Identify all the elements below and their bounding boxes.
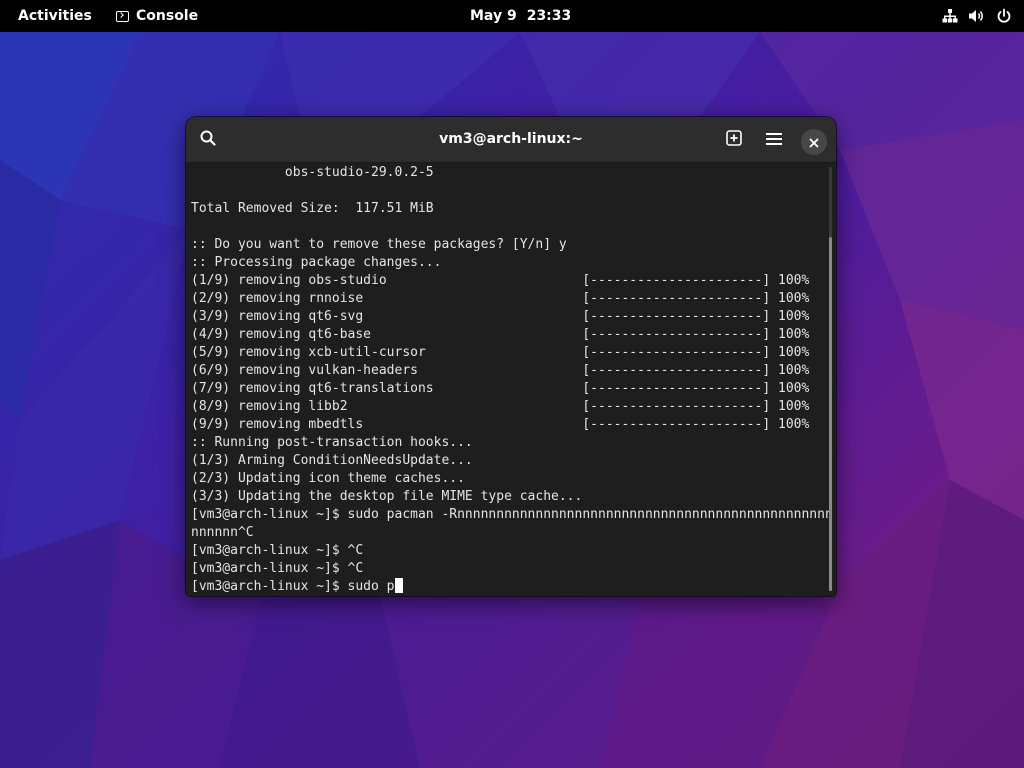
terminal-line: (5/9) removing xcb-util-cursor [--------…: [191, 345, 810, 360]
terminal-line: (2/3) Updating icon theme caches...: [191, 471, 465, 486]
clock-button[interactable]: May 9 23:33: [460, 3, 581, 29]
terminal-line: (3/9) removing qt6-svg [----------------…: [191, 309, 810, 324]
terminal-line: nnnnnn^C: [191, 525, 254, 540]
activities-label: Activities: [18, 8, 92, 24]
search-icon: [200, 130, 216, 150]
new-tab-icon: [726, 130, 742, 150]
main-menu-button[interactable]: [758, 124, 790, 156]
terminal-window[interactable]: vm3@arch-linux:~ obs-studio-29.0.2-5 Tot…: [186, 117, 836, 596]
terminal-line: (1/9) removing obs-studio [-------------…: [191, 273, 810, 288]
terminal-output[interactable]: obs-studio-29.0.2-5 Total Removed Size: …: [191, 164, 831, 594]
terminal-line: [vm3@arch-linux ~]$ ^C: [191, 543, 364, 558]
terminal-line: (8/9) removing libb2 [------------------…: [191, 399, 810, 414]
search-button[interactable]: [192, 124, 224, 156]
app-menu-button[interactable]: Console: [108, 3, 206, 29]
terminal-line: (7/9) removing qt6-translations [-------…: [191, 381, 810, 396]
terminal-scrollbar[interactable]: [829, 167, 832, 591]
terminal-line: (3/3) Updating the desktop file MIME typ…: [191, 489, 583, 504]
network-wired-icon[interactable]: [942, 8, 958, 24]
terminal-line: :: Do you want to remove these packages?…: [191, 237, 567, 252]
time-label: 23:33: [526, 8, 572, 24]
scrollbar-thumb[interactable]: [829, 237, 832, 591]
window-headerbar[interactable]: vm3@arch-linux:~: [186, 117, 836, 163]
close-button[interactable]: [801, 129, 827, 155]
close-icon: [809, 133, 819, 152]
terminal-prompt-line[interactable]: [vm3@arch-linux ~]$ sudo p: [191, 578, 831, 596]
terminal-line: obs-studio-29.0.2-5: [191, 165, 434, 180]
top-bar: Activities Console May 9 23:33: [0, 0, 1024, 32]
prompt-text: [vm3@arch-linux ~]$ sudo p: [191, 579, 395, 594]
text-cursor: [394, 578, 403, 593]
new-tab-button[interactable]: [718, 124, 750, 156]
volume-icon[interactable]: [968, 8, 986, 24]
terminal-line: :: Running post-transaction hooks...: [191, 435, 473, 450]
power-icon[interactable]: [996, 8, 1012, 24]
activities-button[interactable]: Activities: [6, 3, 104, 29]
terminal-line: (2/9) removing rnnoise [----------------…: [191, 291, 810, 306]
terminal-line: :: Processing package changes...: [191, 255, 442, 270]
terminal-line: (4/9) removing qt6-base [---------------…: [191, 327, 810, 342]
date-label: May 9: [470, 8, 517, 24]
console-icon: [116, 10, 129, 22]
terminal-line: Total Removed Size: 117.51 MiB: [191, 201, 434, 216]
terminal-line: (1/3) Arming ConditionNeedsUpdate...: [191, 453, 473, 468]
terminal-line: (9/9) removing mbedtls [----------------…: [191, 417, 810, 432]
system-tray[interactable]: [936, 3, 1018, 29]
terminal-line: [vm3@arch-linux ~]$ sudo pacman -Rnnnnnn…: [191, 507, 831, 522]
app-name-label: Console: [136, 8, 199, 24]
hamburger-menu-icon: [766, 131, 782, 150]
terminal-line: (6/9) removing vulkan-headers [---------…: [191, 363, 810, 378]
terminal-line: [vm3@arch-linux ~]$ ^C: [191, 561, 364, 576]
